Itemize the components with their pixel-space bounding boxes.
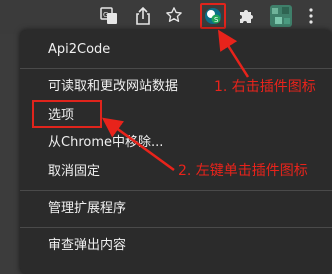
menu-item-site-access[interactable]: 可读取和更改网站数据 (48, 79, 178, 95)
menu-item-unpin[interactable]: 取消固定 (48, 164, 100, 180)
menu-item-extension-name[interactable]: Api2Code (48, 42, 110, 58)
menu-item-remove[interactable]: 从Chrome中移除... (48, 135, 163, 151)
browser-toolbar: G S (0, 0, 332, 34)
svg-text:S: S (214, 16, 219, 24)
share-icon[interactable] (134, 6, 152, 26)
extension-icon-button[interactable]: S (200, 3, 226, 29)
options-highlight-box (32, 100, 102, 128)
puzzle-icon[interactable] (236, 6, 256, 26)
menu-separator (20, 190, 332, 191)
menu-separator (20, 68, 332, 69)
avatar[interactable] (270, 5, 292, 27)
star-icon[interactable] (164, 5, 184, 25)
extension-context-menu: Api2Code 可读取和更改网站数据 选项 从Chrome中移除... 取消固… (20, 30, 332, 274)
extension-icon: S (205, 8, 221, 24)
menu-item-manage-extensions[interactable]: 管理扩展程序 (48, 201, 126, 217)
annotation-step1: 1. 右击插件图标 (214, 79, 316, 95)
translate-icon[interactable]: G (100, 7, 118, 25)
menu-item-inspect-popup[interactable]: 审查弹出内容 (48, 238, 126, 254)
annotation-step2: 2. 左键单击插件图标 (178, 163, 308, 179)
menu-icon[interactable] (302, 7, 320, 25)
menu-separator (20, 227, 332, 228)
svg-text:G: G (103, 11, 108, 19)
